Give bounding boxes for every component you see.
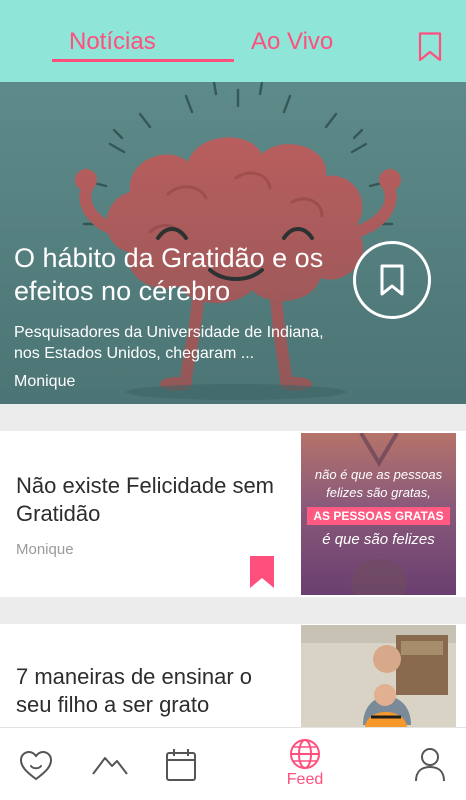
thumbnail-line-3: AS PESSOAS GRATAS [313, 509, 444, 523]
bookmark-icon [380, 264, 404, 296]
article-thumbnail [301, 625, 456, 727]
hero-summary: Pesquisadores da Universidade de Indiana… [14, 324, 324, 362]
thumbnail-line-2: felizes são gratas, [326, 485, 431, 500]
bookmark-filled-icon[interactable] [250, 556, 274, 588]
article-title[interactable]: Não existe Felicidade sem Gratidão [16, 472, 276, 528]
profile-icon [415, 748, 445, 782]
article-card[interactable]: Não existe Felicidade sem Gratidão Moniq… [0, 431, 466, 597]
bookmark-icon[interactable] [418, 32, 442, 62]
nav-item-calendar[interactable] [160, 728, 200, 800]
app-screen: Notícias Ao Vivo O hábito da Gratidão e … [0, 0, 466, 800]
heart-face-icon [19, 750, 53, 781]
active-tab-indicator [52, 59, 234, 62]
thumbnail-photo [301, 625, 456, 727]
thumbnail-line-4: é que são felizes [322, 531, 435, 548]
nav-item-feed[interactable]: Feed [280, 728, 330, 800]
globe-icon [290, 739, 320, 769]
top-tab-bar: Notícias Ao Vivo [0, 0, 466, 82]
hero-author: Monique [14, 373, 76, 390]
thumbnail-line-1: não é que as pessoas [314, 467, 443, 482]
hero-title[interactable]: O hábito da Gratidão e os efeitos no cér… [14, 242, 344, 308]
article-title[interactable]: 7 maneiras de ensinar o seu filho a ser … [16, 663, 276, 719]
bottom-navigation: Feed [0, 727, 466, 800]
article-thumbnail: não é que as pessoas felizes são gratas,… [301, 433, 456, 595]
nav-item-profile[interactable] [410, 728, 450, 800]
nav-feed-label: Feed [286, 771, 324, 788]
nav-item-goals[interactable] [90, 728, 130, 800]
nav-item-gratitude[interactable] [16, 728, 56, 800]
tab-ao-vivo[interactable]: Ao Vivo [251, 28, 333, 56]
calendar-icon [166, 749, 196, 781]
article-author: Monique [16, 541, 74, 558]
tab-noticias[interactable]: Notícias [69, 28, 156, 56]
hero-article[interactable]: O hábito da Gratidão e os efeitos no cér… [0, 82, 466, 404]
mountain-icon [92, 757, 128, 775]
hero-bookmark-button[interactable] [353, 241, 431, 319]
